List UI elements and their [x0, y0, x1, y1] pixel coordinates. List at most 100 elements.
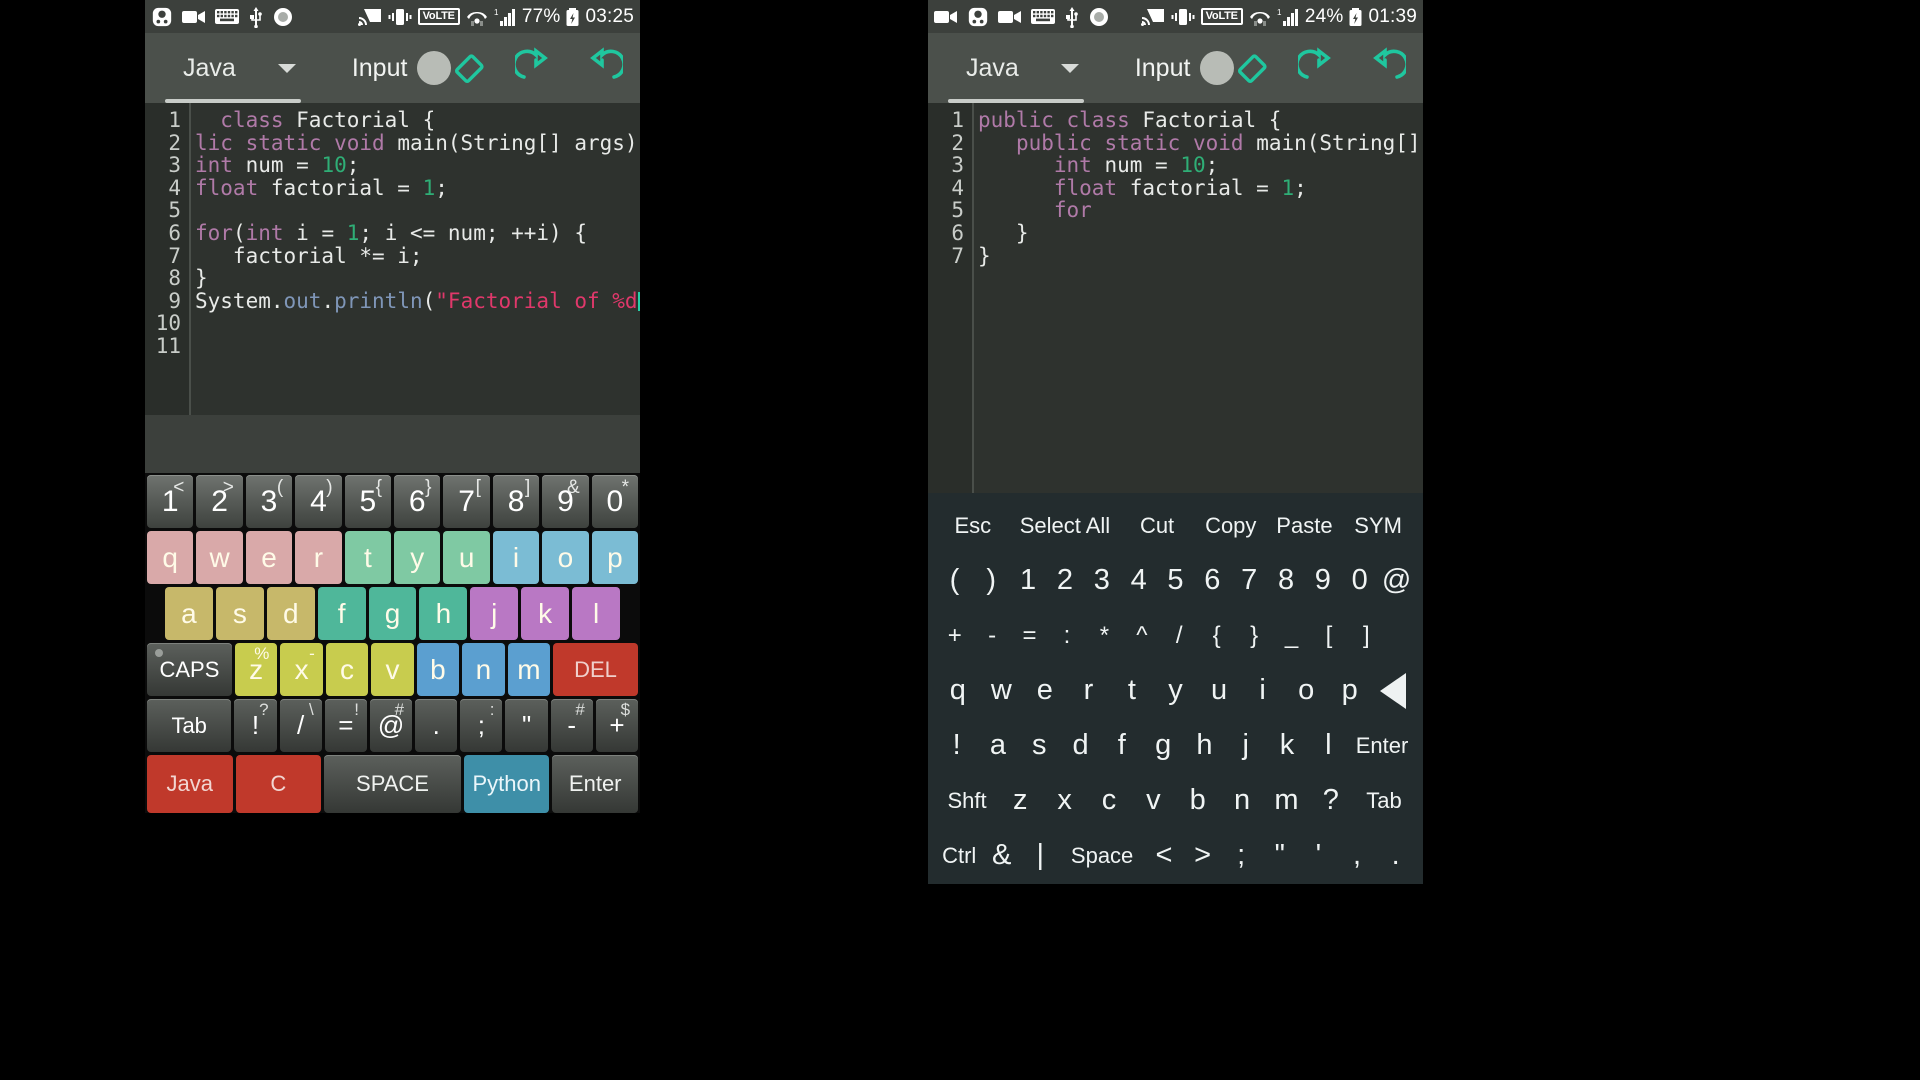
key-sym[interactable]: ( — [936, 554, 973, 607]
key-r[interactable]: r — [1067, 664, 1111, 717]
key-h[interactable]: h — [1184, 719, 1225, 772]
key-8[interactable]: 8 — [1268, 554, 1305, 607]
left-code-area[interactable]: class Factorial {lic static void main(St… — [191, 103, 640, 415]
redo-icon[interactable] — [1363, 46, 1407, 90]
key-t[interactable]: t — [1110, 664, 1154, 717]
key-9[interactable]: 9 — [1304, 554, 1341, 607]
key-sym[interactable]: { — [1198, 609, 1235, 662]
key-sym[interactable]: * — [1086, 609, 1123, 662]
key-m[interactable]: m — [1264, 774, 1308, 827]
key-w[interactable]: w — [196, 531, 243, 584]
key-sym[interactable]: + — [936, 609, 973, 662]
key-sym[interactable]: : — [1048, 609, 1085, 662]
key-enter[interactable]: Enter — [552, 755, 638, 813]
key-n[interactable]: n — [1220, 774, 1264, 827]
key-paste[interactable]: Paste — [1268, 499, 1342, 552]
key-u[interactable]: u — [1197, 664, 1241, 717]
key-sym[interactable]: ) — [973, 554, 1010, 607]
key-sym[interactable]: ! — [936, 719, 977, 772]
key-![interactable]: !? — [234, 699, 277, 752]
key-z[interactable]: z% — [234, 643, 278, 696]
key-x[interactable]: x- — [280, 643, 323, 696]
key-v[interactable]: v — [371, 643, 414, 696]
key-s[interactable]: s — [1019, 719, 1060, 772]
key-"[interactable]: " — [505, 699, 548, 752]
key-sym[interactable]: _ — [1273, 609, 1310, 662]
key-sym[interactable]: ] — [1348, 609, 1385, 662]
key-b[interactable]: b — [416, 643, 460, 696]
key-9[interactable]: 9 & — [542, 475, 589, 528]
key-c[interactable]: c — [325, 643, 369, 696]
key-sym[interactable]: . — [1376, 829, 1415, 882]
key-h[interactable]: h — [419, 587, 468, 640]
key-g[interactable]: g — [368, 587, 417, 640]
key-r[interactable]: r — [295, 531, 342, 584]
key-j[interactable]: j — [1225, 719, 1266, 772]
undo-icon[interactable] — [1297, 46, 1341, 90]
key-sym[interactable]: ^ — [1123, 609, 1160, 662]
key-;[interactable]: ;: — [460, 699, 503, 752]
eraser-icon[interactable] — [448, 46, 492, 90]
key-y[interactable]: y — [1154, 664, 1198, 717]
right-code-area[interactable]: public class Factorial { public static v… — [974, 103, 1423, 493]
key-i[interactable]: i — [1241, 664, 1285, 717]
key-sym[interactable]: @ — [1378, 554, 1415, 607]
key-e[interactable]: e — [245, 531, 293, 584]
key-k[interactable]: k — [1266, 719, 1307, 772]
left-code-editor[interactable]: 1 2 3 4 5 6 7 8 9 10 11 class Factorial {lic stati… — [145, 103, 640, 415]
key-k[interactable]: k — [521, 587, 570, 640]
key-f[interactable]: f — [317, 587, 366, 640]
key--[interactable]: - # — [550, 699, 593, 752]
key-shft[interactable]: Shft — [936, 774, 998, 827]
key-f[interactable]: f — [1101, 719, 1142, 772]
key-o[interactable]: o — [1284, 664, 1328, 717]
key-d[interactable]: d — [266, 587, 315, 640]
key-space[interactable]: SPACE — [324, 755, 461, 813]
key-y[interactable]: y — [394, 531, 441, 584]
key-1[interactable]: 1 — [1010, 554, 1047, 607]
key-sym[interactable]: = — [1011, 609, 1048, 662]
key-v[interactable]: v — [1131, 774, 1175, 827]
key-space[interactable]: Space — [1060, 829, 1145, 882]
key-c[interactable]: C — [235, 755, 322, 813]
key-e[interactable]: e — [1023, 664, 1067, 717]
undo-icon[interactable] — [514, 46, 558, 90]
input-toggle[interactable] — [417, 51, 452, 85]
key-=[interactable]: =! — [324, 699, 367, 752]
key-sym[interactable]: " — [1260, 829, 1299, 882]
right-code-editor[interactable]: 1234567 public class Factorial { public … — [928, 103, 1423, 493]
key-+[interactable]: + $ — [595, 699, 639, 752]
language-selector[interactable]: Java — [165, 54, 301, 103]
key-i[interactable]: i — [492, 531, 540, 584]
key-sym[interactable]: ' — [1299, 829, 1338, 882]
key-b[interactable]: b — [1176, 774, 1220, 827]
key-j[interactable]: j — [470, 587, 519, 640]
key-2[interactable]: 2 — [1047, 554, 1084, 607]
key-sym[interactable]: / — [1161, 609, 1198, 662]
key-tab[interactable]: Tab — [147, 699, 232, 752]
key-delete[interactable]: DEL — [553, 643, 638, 696]
key-2[interactable]: 2 > — [196, 475, 243, 528]
key-n[interactable]: n — [462, 643, 505, 696]
key-4[interactable]: 4 — [1120, 554, 1157, 607]
key-java[interactable]: Java — [147, 755, 233, 813]
chevron-down-icon[interactable] — [277, 63, 296, 73]
key-1[interactable]: 1 < — [147, 475, 194, 528]
key-sym[interactable]: < — [1145, 829, 1184, 882]
key-7[interactable]: 7[ — [443, 475, 490, 528]
key-6[interactable]: 6 — [1194, 554, 1231, 607]
key-.[interactable]: . — [415, 699, 458, 752]
key-p[interactable]: p — [591, 531, 639, 584]
key-copy[interactable]: Copy — [1194, 499, 1268, 552]
key-0[interactable]: 0 — [1341, 554, 1378, 607]
key-sym[interactable]: SYM — [1341, 499, 1415, 552]
key-c[interactable]: c — [1087, 774, 1131, 827]
key-select-all[interactable]: Select All — [1010, 499, 1121, 552]
key-l[interactable]: l — [572, 587, 621, 640]
key-m[interactable]: m — [507, 643, 551, 696]
key-t[interactable]: t — [344, 531, 392, 584]
input-toggle[interactable] — [1200, 51, 1235, 85]
key-sym[interactable]: > — [1183, 829, 1222, 882]
key-tab[interactable]: Tab — [1353, 774, 1415, 827]
key-@[interactable]: @ # — [369, 699, 413, 752]
